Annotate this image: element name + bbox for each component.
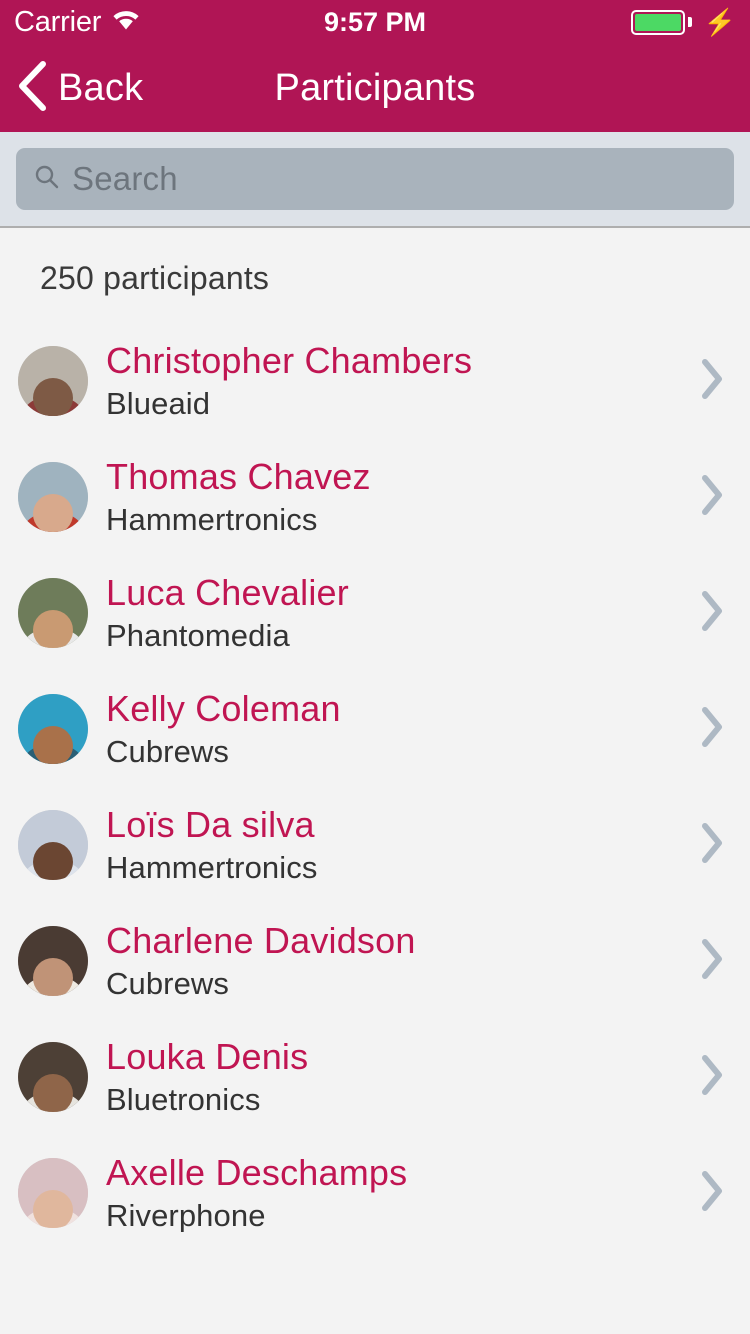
participant-company: Hammertronics [106,501,318,537]
chevron-right-icon [700,822,724,869]
chevron-left-icon [16,60,48,117]
chevron-right-icon [700,706,724,753]
participant-name: Louka Denis [106,1036,309,1078]
avatar [18,926,88,996]
participant-row[interactable]: Axelle Deschamps Riverphone [0,1135,750,1232]
participant-name: Axelle Deschamps [106,1152,408,1194]
participant-text: Charlene Davidson Cubrews [88,920,700,1002]
participant-text: Louka Denis Bluetronics [88,1036,700,1118]
participants-screen: Carrier 9:57 PM ⚡ Back Participants Sear… [0,0,750,1334]
chevron-right-icon [700,358,724,405]
participant-name: Luca Chevalier [106,572,349,614]
status-bar: Carrier 9:57 PM ⚡ [0,0,750,44]
nav-bar: Back Participants [0,44,750,132]
chevron-right-icon [700,590,724,637]
participants-list[interactable]: 250 participants Christopher Chambers Blu… [0,228,750,1232]
participants-count: 250 participants [40,260,270,296]
participant-row[interactable]: Charlene Davidson Cubrews [0,903,750,1019]
avatar [18,694,88,764]
search-bar-container: Search [0,132,750,228]
back-button-label: Back [58,66,144,109]
search-icon [34,164,60,195]
participant-text: Loïs Da silva Hammertronics [88,804,700,886]
chevron-right-icon [700,938,724,985]
participant-text: Luca Chevalier Phantomedia [88,572,700,654]
status-bar-clock: 9:57 PM [323,7,427,37]
participant-company: Cubrews [106,733,230,769]
participant-row[interactable]: Louka Denis Bluetronics [0,1019,750,1135]
back-button[interactable]: Back [0,60,143,117]
chevron-right-icon [700,1054,724,1101]
participant-company: Cubrews [106,965,230,1001]
participant-company: Phantomedia [106,617,290,653]
search-input[interactable]: Search [16,148,734,210]
participant-row[interactable]: Christopher Chambers Blueaid [0,323,750,439]
participant-company: Hammertronics [106,849,318,885]
participant-row[interactable]: Thomas Chavez Hammertronics [0,439,750,555]
participant-row[interactable]: Luca Chevalier Phantomedia [0,555,750,671]
participant-text: Christopher Chambers Blueaid [88,340,700,422]
search-placeholder: Search [72,160,178,197]
avatar [18,578,88,648]
participant-name: Charlene Davidson [106,920,416,962]
avatar [18,462,88,532]
participant-company: Blueaid [106,385,211,421]
participant-text: Kelly Coleman Cubrews [88,688,700,770]
avatar [18,810,88,880]
participant-text: Thomas Chavez Hammertronics [88,456,700,538]
participant-row[interactable]: Loïs Da silva Hammertronics [0,787,750,903]
participant-company: Bluetronics [106,1081,261,1117]
avatar [18,1042,88,1112]
avatar [18,1158,88,1228]
participant-name: Thomas Chavez [106,456,371,498]
chevron-right-icon [700,474,724,521]
participant-name: Loïs Da silva [106,804,315,846]
participant-text: Axelle Deschamps Riverphone [88,1152,700,1232]
avatar [18,346,88,416]
participant-company: Riverphone [106,1197,266,1232]
participant-rows: Christopher Chambers Blueaid Thomas Chavez… [0,323,750,1232]
participant-row[interactable]: Kelly Coleman Cubrews [0,671,750,787]
participant-name: Kelly Coleman [106,688,341,730]
participant-name: Christopher Chambers [106,340,473,382]
chevron-right-icon [700,1170,724,1217]
